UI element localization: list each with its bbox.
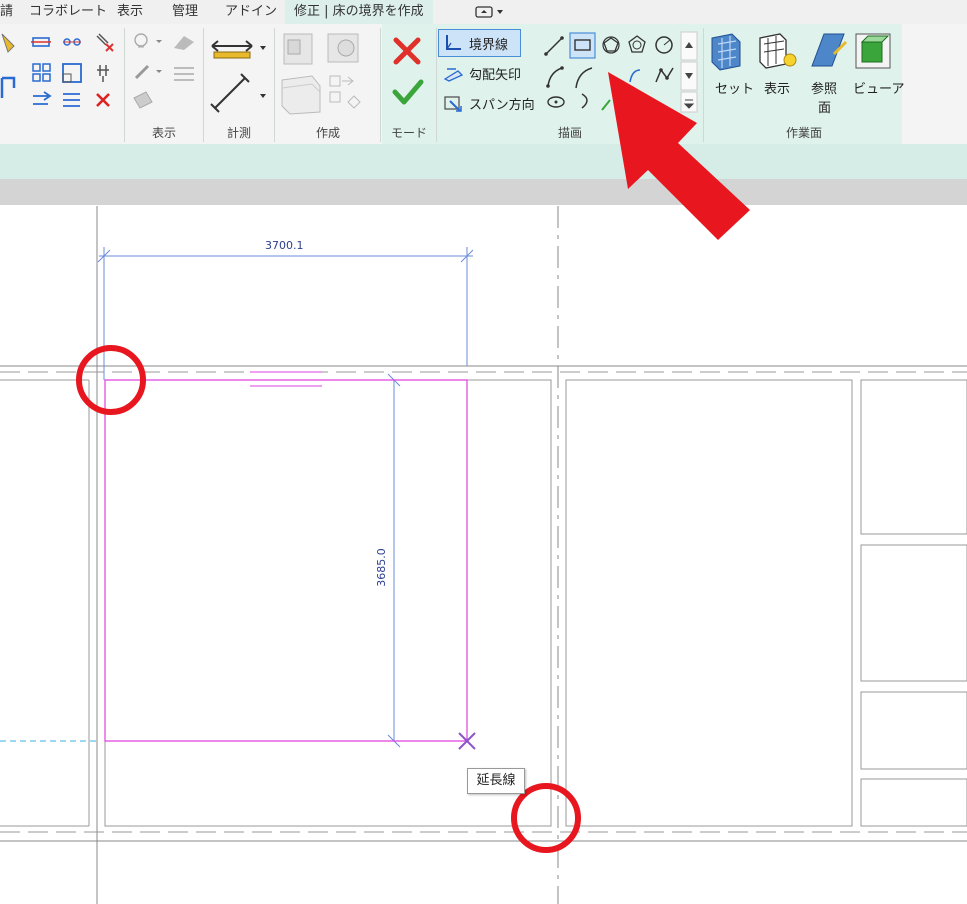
dimension-lines <box>97 247 474 748</box>
horizontal-dimension-text[interactable]: 3700.1 <box>265 239 304 252</box>
vertical-dimension-text[interactable]: 3685.0 <box>375 548 388 587</box>
annotation-arrow <box>608 72 750 240</box>
wall-lines <box>0 371 967 833</box>
floor-boundary-sketch[interactable] <box>104 371 468 742</box>
gridlines <box>0 206 967 904</box>
snap-tooltip: 延長線 <box>467 768 525 794</box>
